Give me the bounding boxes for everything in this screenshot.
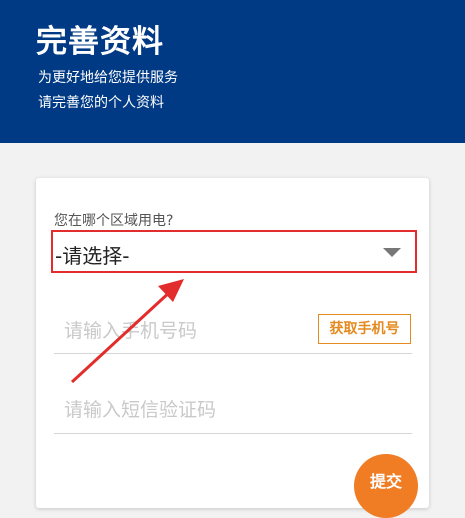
sms-code-input[interactable] — [54, 386, 412, 434]
header-banner: 完善资料 为更好地给您提供服务 请完善您的个人资料 — [0, 0, 465, 143]
subtitle-line-1: 为更好地给您提供服务 — [38, 70, 178, 86]
region-select[interactable]: -请选择- — [51, 230, 417, 273]
subtitle-line-2: 请完善您的个人资料 — [38, 95, 164, 111]
page-title: 完善资料 — [36, 24, 164, 60]
region-select-value: -请选择- — [55, 244, 130, 268]
profile-form-card: 您在哪个区域用电? -请选择- 获取手机号 提交 — [36, 178, 429, 518]
caret-down-icon — [383, 248, 401, 257]
get-phone-code-button[interactable]: 获取手机号 — [318, 314, 411, 344]
submit-button[interactable]: 提交 — [354, 454, 418, 518]
region-label: 您在哪个区域用电? — [54, 213, 174, 229]
